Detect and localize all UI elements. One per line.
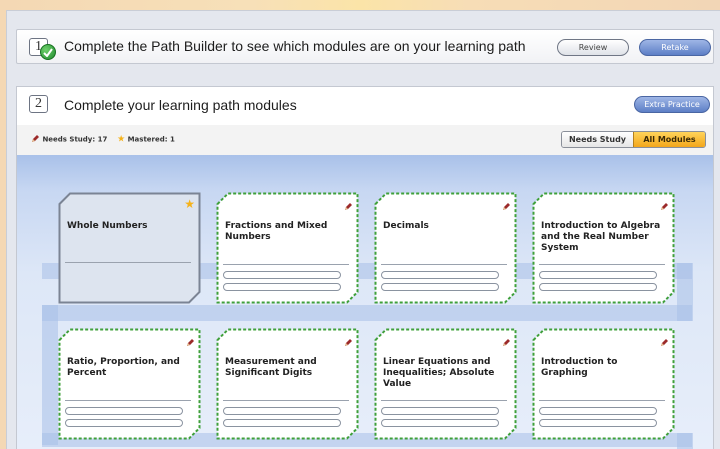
learning-path-step: 2 Complete your learning path modules Ex… xyxy=(16,86,714,449)
progress-bar xyxy=(65,419,183,427)
progress-bar xyxy=(381,419,499,427)
module-divider xyxy=(539,264,665,265)
module-card[interactable]: Measurement and Significant Digits xyxy=(216,328,359,440)
progress-bar xyxy=(65,407,183,415)
module-divider xyxy=(539,400,665,401)
progress-bar xyxy=(223,407,341,415)
module-card[interactable]: Introduction to Algebra and the Real Num… xyxy=(532,192,675,304)
module-name: Decimals xyxy=(383,221,429,231)
star-icon: ★ xyxy=(117,134,126,145)
pencil-icon xyxy=(344,334,353,352)
module-card[interactable]: Introduction to Graphing xyxy=(532,328,675,440)
module-card[interactable]: Ratio, Proportion, and Percent xyxy=(58,328,201,440)
filter-needs-study[interactable]: Needs Study xyxy=(562,132,633,147)
progress-bar xyxy=(223,271,341,279)
progress-bar xyxy=(381,271,499,279)
path-connector xyxy=(42,305,692,321)
module-divider xyxy=(223,400,349,401)
filter-bar: Needs Study: 17 ★ Mastered: 1 Needs Stud… xyxy=(17,125,713,155)
module-name: Ratio, Proportion, and Percent xyxy=(67,357,180,378)
module-divider xyxy=(381,400,507,401)
module-name: Whole Numbers xyxy=(67,221,148,231)
pencil-icon xyxy=(660,198,669,216)
mastered-count: Mastered: 1 xyxy=(127,135,175,144)
progress-bar xyxy=(539,407,657,415)
module-name: Measurement and Significant Digits xyxy=(225,357,317,378)
module-name: Introduction to Graphing xyxy=(541,357,618,378)
progress-bar xyxy=(539,271,657,279)
module-card[interactable]: ★ Whole Numbers xyxy=(58,192,201,304)
progress-bar xyxy=(539,419,657,427)
pencil-icon xyxy=(31,134,40,145)
progress-bar xyxy=(381,283,499,291)
module-name: Linear Equations and Inequalities; Absol… xyxy=(383,357,495,389)
module-divider xyxy=(381,264,507,265)
pencil-icon xyxy=(660,334,669,352)
module-divider xyxy=(65,400,191,401)
module-card[interactable]: Decimals xyxy=(374,192,517,304)
module-filter-toggle: Needs Study All Modules xyxy=(561,131,706,148)
check-icon xyxy=(40,44,56,60)
path-connector xyxy=(677,433,693,449)
pencil-icon xyxy=(344,198,353,216)
path-connector xyxy=(42,305,58,445)
review-button[interactable]: Review xyxy=(557,39,629,56)
path-builder-step: 1 Complete the Path Builder to see which… xyxy=(16,29,714,64)
progress-bar xyxy=(381,407,499,415)
module-stats: Needs Study: 17 ★ Mastered: 1 xyxy=(31,134,175,145)
extra-practice-button[interactable]: Extra Practice xyxy=(634,96,710,113)
progress-bar xyxy=(539,283,657,291)
module-card[interactable]: Fractions and Mixed Numbers xyxy=(216,192,359,304)
module-card[interactable]: Linear Equations and Inequalities; Absol… xyxy=(374,328,517,440)
step-number: 2 xyxy=(29,95,48,113)
needs-study-count: Needs Study: 17 xyxy=(42,135,108,144)
star-icon: ★ xyxy=(184,197,195,211)
module-divider xyxy=(65,262,191,263)
modules-board: ★ Whole Numbers Fractions and Mixed Number… xyxy=(17,155,713,449)
progress-bar xyxy=(223,419,341,427)
pencil-icon xyxy=(186,334,195,352)
progress-bar xyxy=(223,283,341,291)
step-title: Complete the Path Builder to see which m… xyxy=(64,38,526,54)
pencil-icon xyxy=(502,198,511,216)
filter-all-modules[interactable]: All Modules xyxy=(633,132,705,147)
module-divider xyxy=(223,264,349,265)
step-title: Complete your learning path modules xyxy=(64,97,297,113)
pencil-icon xyxy=(502,334,511,352)
retake-button[interactable]: Retake xyxy=(639,39,711,56)
module-name: Introduction to Algebra and the Real Num… xyxy=(541,221,661,253)
module-name: Fractions and Mixed Numbers xyxy=(225,221,328,242)
